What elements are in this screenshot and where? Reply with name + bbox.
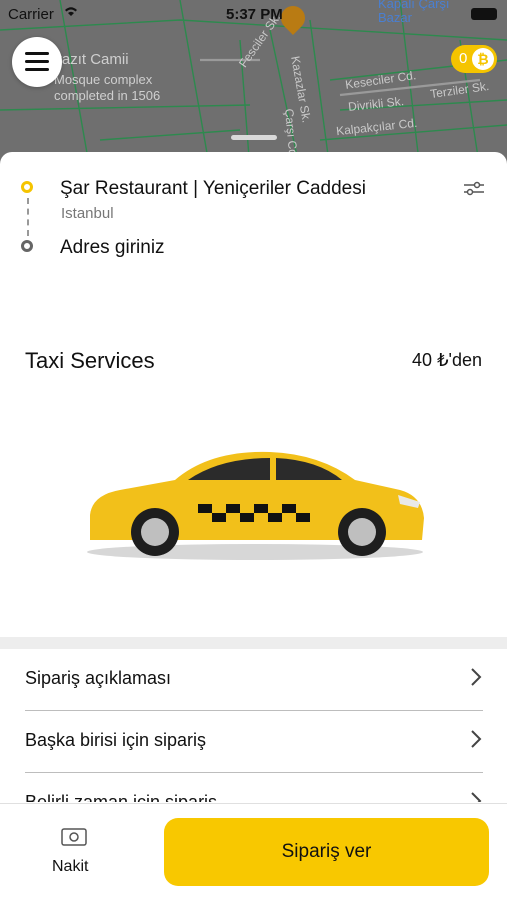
route-connector: [27, 198, 29, 236]
destination-dot-icon: [21, 240, 33, 252]
scheduled-order-row[interactable]: Belirli zaman için sipariş: [25, 772, 483, 802]
cash-icon[interactable]: [61, 828, 87, 846]
map-view[interactable]: Beyazıt Camii Mosque complex completed i…: [0, 0, 507, 170]
settings-sliders-icon[interactable]: [462, 181, 486, 197]
order-note-row[interactable]: Sipariş açıklaması: [25, 648, 483, 711]
row-label: Başka birisi için sipariş: [25, 730, 207, 750]
menu-button[interactable]: [12, 37, 62, 87]
pickup-dot-icon: [21, 181, 33, 193]
chevron-right-icon: [471, 730, 482, 748]
battery-icon: [471, 8, 497, 20]
carrier-label: Carrier: [8, 6, 54, 23]
row-label: Belirli zaman için sipariş: [25, 792, 218, 802]
row-label: Sipariş açıklaması: [25, 668, 172, 688]
poi-beyazit-line2: completed in 1506: [54, 88, 161, 103]
service-title: Taxi Services: [25, 348, 155, 373]
status-bar: Carrier 5:37 PM: [0, 0, 507, 28]
drag-handle[interactable]: [231, 135, 277, 140]
pickup-address[interactable]: Şar Restaurant | Yeniçeriler Caddesi: [60, 178, 366, 200]
coin-balance-badge[interactable]: 0 ₿: [451, 45, 497, 73]
hamburger-icon: [25, 52, 49, 55]
bitcoin-icon: ₿: [472, 48, 494, 70]
status-time: 5:37 PM: [226, 6, 283, 23]
coin-count: 0: [459, 50, 468, 67]
destination-input[interactable]: Adres giriniz: [60, 237, 165, 259]
service-price: 40 ₺'den: [412, 350, 482, 370]
poi-beyazit-line1: Mosque complex: [54, 72, 153, 87]
chevron-right-icon: [471, 792, 482, 802]
taxi-car-image[interactable]: [80, 440, 430, 565]
payment-method-label[interactable]: Nakit: [52, 858, 88, 876]
pickup-city: Istanbul: [61, 205, 114, 222]
order-for-someone-row[interactable]: Başka birisi için sipariş: [25, 710, 483, 773]
chevron-right-icon: [471, 668, 482, 686]
place-order-button[interactable]: Sipariş ver: [164, 818, 489, 886]
